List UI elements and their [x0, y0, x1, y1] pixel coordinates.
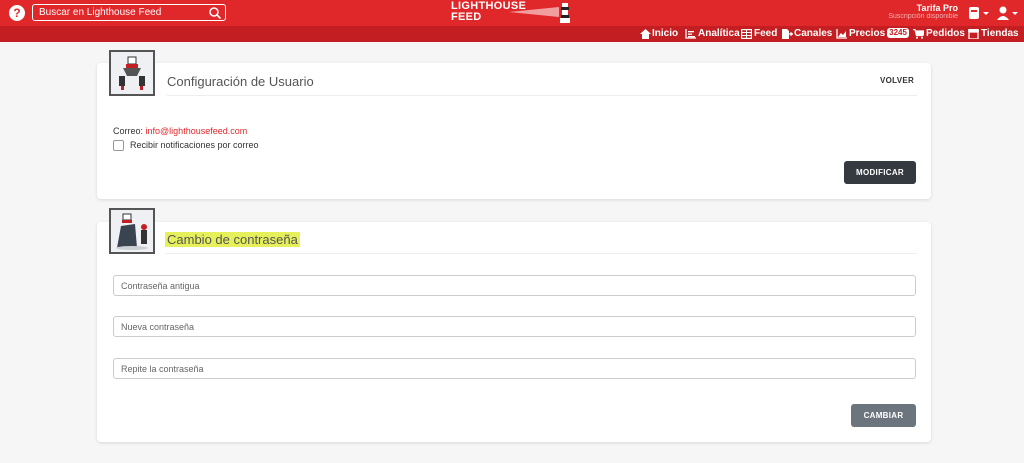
- email-notifications-checkbox[interactable]: [113, 140, 124, 151]
- lighthouse-icon: [560, 3, 570, 23]
- lighthouse-avatar-icon: [109, 50, 155, 96]
- password-title: Cambio de contraseña: [165, 232, 300, 247]
- back-button[interactable]: VOLVER: [880, 76, 914, 85]
- plan-name: Tarifa Pro: [916, 3, 958, 13]
- title-divider: [167, 95, 917, 96]
- nav-bar: Inicio Analítica Feed Canales Precios 324…: [0, 26, 1024, 42]
- table-icon: [741, 29, 752, 39]
- plan-subtitle: Suscripción disponible: [888, 13, 958, 20]
- email-line: Correo: info@lighthousefeed.com: [113, 126, 247, 136]
- search-input[interactable]: [39, 6, 204, 19]
- plan-info[interactable]: Tarifa Pro Suscripción disponible: [888, 3, 958, 20]
- user-settings-card: Configuración de Usuario VOLVER Correo: …: [97, 50, 931, 199]
- email-notifications-label[interactable]: Recibir notificaciones por correo: [130, 140, 259, 150]
- question-icon: ?: [13, 6, 21, 20]
- user-menu-icon[interactable]: [997, 5, 1019, 21]
- prices-count-badge: 3245: [887, 28, 909, 38]
- nav-item-canales[interactable]: Canales: [782, 27, 832, 41]
- cart-icon: [913, 29, 924, 39]
- nav-item-precios[interactable]: Precios 3245: [836, 27, 909, 41]
- change-password-button[interactable]: CAMBIAR: [851, 404, 916, 427]
- store-icon: [968, 29, 979, 39]
- nav-label-precios: Precios: [849, 28, 886, 39]
- nav-item-analitica[interactable]: Analítica: [685, 27, 740, 41]
- title-divider: [165, 253, 917, 254]
- user-settings-title: Configuración de Usuario: [167, 74, 314, 89]
- search-icon[interactable]: [208, 6, 222, 20]
- search-box: [32, 4, 226, 21]
- email-label: Correo:: [113, 126, 144, 136]
- help-button[interactable]: ?: [9, 5, 25, 21]
- logo[interactable]: LIGHTHOUSE FEED: [451, 1, 581, 25]
- password-card: Cambio de contraseña CAMBIAR: [97, 208, 931, 442]
- repeat-password-input[interactable]: [113, 358, 916, 379]
- nav-item-tiendas[interactable]: Tiendas: [968, 27, 1020, 41]
- modify-button[interactable]: MODIFICAR: [844, 161, 916, 184]
- store-menu-icon[interactable]: [968, 6, 990, 20]
- export-icon: [782, 29, 793, 39]
- lighthouse-keeper-avatar-icon: [109, 208, 155, 254]
- home-icon: [640, 29, 651, 39]
- nav-item-feed[interactable]: Feed: [741, 27, 777, 41]
- old-password-input[interactable]: [113, 275, 916, 296]
- nav-item-pedidos[interactable]: Pedidos: [913, 27, 965, 41]
- chart-icon: [836, 29, 847, 39]
- new-password-input[interactable]: [113, 316, 916, 337]
- nav-item-inicio[interactable]: Inicio: [640, 27, 680, 41]
- logo-beam: [509, 7, 559, 17]
- top-bar: ? LIGHTHOUSEFEED Tarifa Pro Suscripción …: [0, 0, 1024, 26]
- analytics-icon: [685, 29, 696, 39]
- email-value[interactable]: info@lighthousefeed.com: [146, 126, 248, 136]
